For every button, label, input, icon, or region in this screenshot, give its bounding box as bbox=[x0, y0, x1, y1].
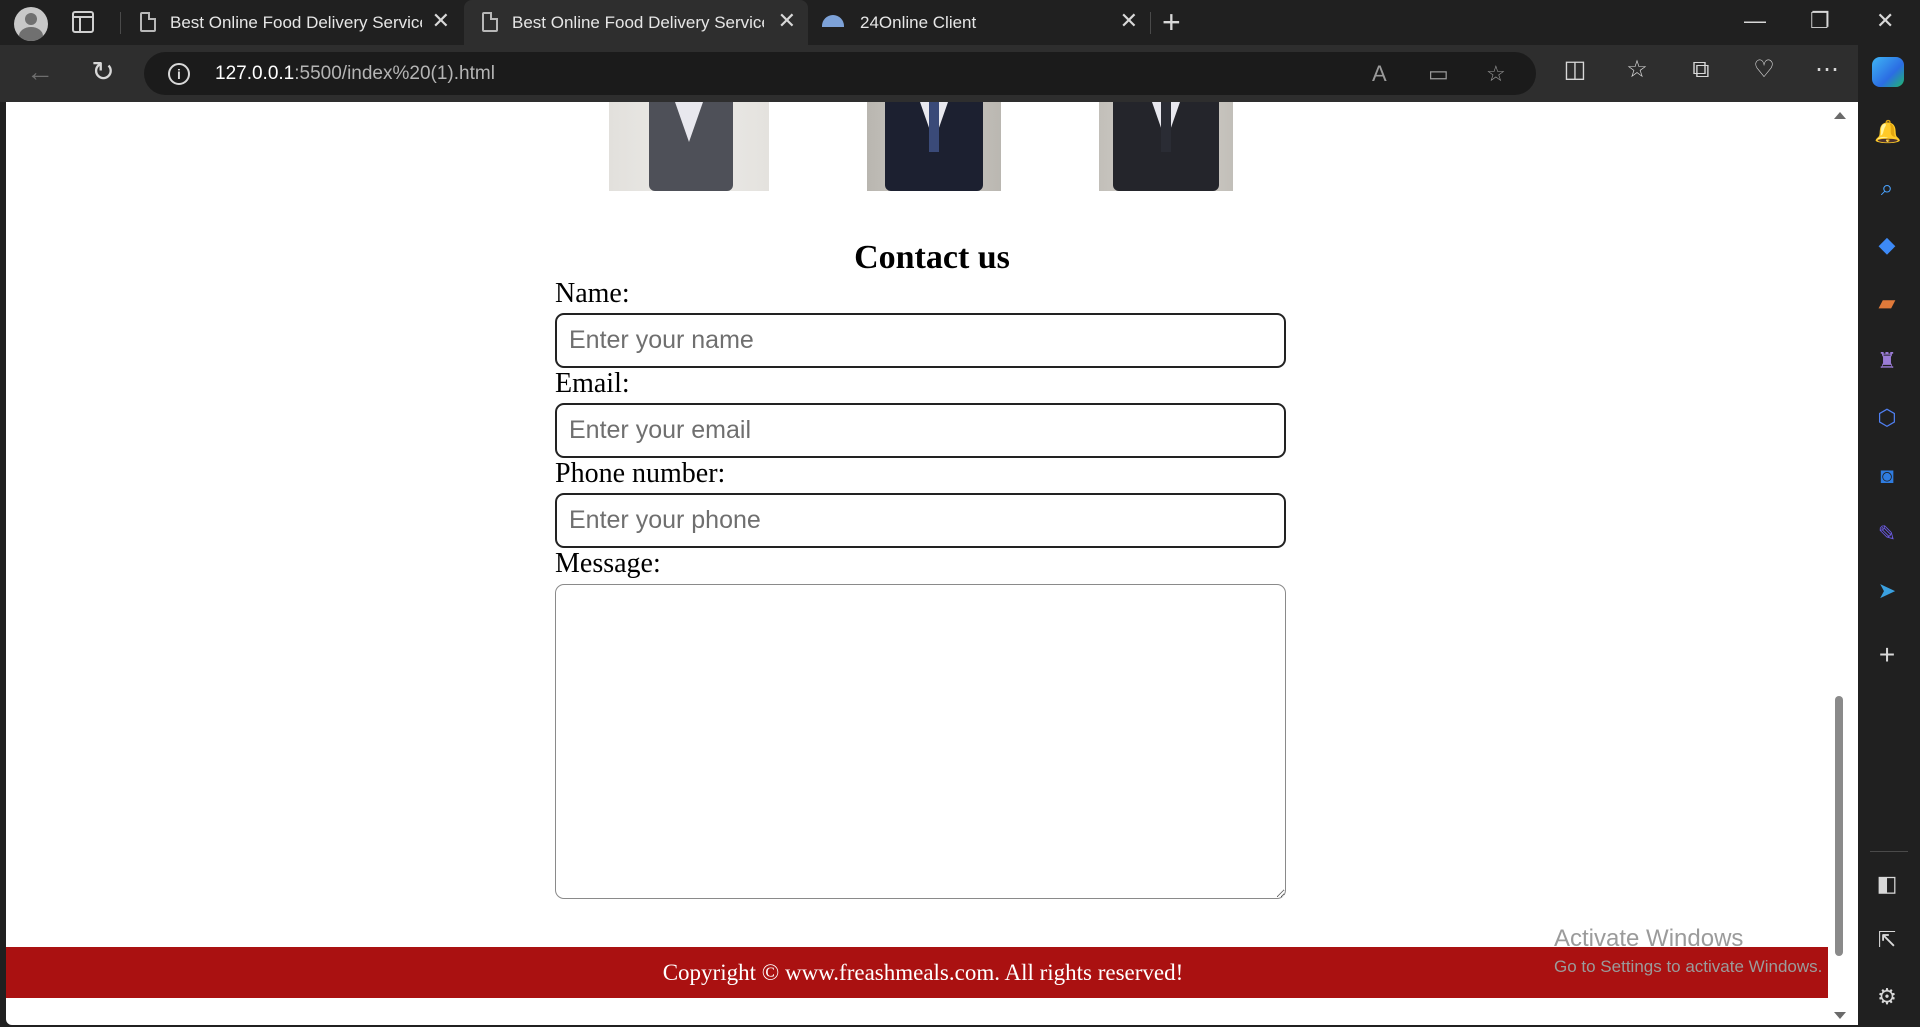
watermark-title: Activate Windows bbox=[1554, 925, 1744, 952]
team-photo-1 bbox=[609, 102, 769, 191]
contact-heading: Contact us bbox=[854, 239, 1010, 276]
shopping-tag-icon[interactable]: ◆ bbox=[1874, 232, 1900, 258]
designer-icon[interactable]: ✎ bbox=[1874, 521, 1900, 547]
tab-actions-icon[interactable] bbox=[72, 11, 94, 33]
tools-briefcase-icon[interactable]: ▰ bbox=[1874, 290, 1900, 316]
name-label: Name: bbox=[555, 278, 630, 309]
games-icon[interactable]: ♜ bbox=[1874, 348, 1900, 374]
tab-title: Best Online Food Delivery Service bbox=[512, 13, 764, 32]
tab-24online-client[interactable]: 24Online Client ✕ bbox=[810, 0, 1150, 45]
page-viewport: Contact us Name: Email: Phone number: Me… bbox=[6, 102, 1858, 1025]
search-icon[interactable]: ⌕ bbox=[1874, 175, 1900, 201]
message-textarea[interactable] bbox=[555, 584, 1286, 899]
phone-label: Phone number: bbox=[555, 458, 726, 489]
tab-title: 24Online Client bbox=[860, 13, 977, 32]
activate-windows-watermark: Activate Windows Go to Settings to activ… bbox=[1554, 925, 1822, 977]
watermark-subtitle: Go to Settings to activate Windows. bbox=[1554, 957, 1823, 976]
phone-input[interactable] bbox=[555, 493, 1286, 548]
browser-toolbar: ← ↻ i 127.0.0.1:5500/index%20(1).html A … bbox=[0, 45, 1920, 102]
page-scrollbar[interactable] bbox=[1828, 102, 1850, 1025]
minimize-icon[interactable]: — bbox=[1744, 8, 1766, 34]
scroll-up-arrow-icon[interactable] bbox=[1834, 112, 1846, 119]
url-path: :5500/index%20(1).html bbox=[294, 63, 495, 84]
favorite-star-icon[interactable]: ☆ bbox=[1486, 61, 1506, 87]
page-icon bbox=[482, 12, 498, 32]
tab-separator bbox=[120, 12, 121, 34]
copilot-icon[interactable] bbox=[1872, 57, 1904, 87]
drop-send-icon[interactable]: ➤ bbox=[1874, 578, 1900, 604]
edge-sidebar: 🔔 ⌕ ◆ ▰ ♜ ⬡ ◙ ✎ ➤ + ◧ ⇱ ⚙ bbox=[1858, 45, 1920, 1027]
name-input[interactable] bbox=[555, 313, 1286, 368]
scroll-down-arrow-icon[interactable] bbox=[1834, 1012, 1846, 1019]
new-tab-plus-icon[interactable]: + bbox=[1162, 6, 1181, 38]
message-label: Message: bbox=[555, 548, 661, 579]
read-aloud-icon[interactable]: A bbox=[1372, 61, 1387, 87]
microsoft365-icon[interactable]: ⬡ bbox=[1874, 405, 1900, 431]
open-external-icon[interactable]: ⇱ bbox=[1874, 927, 1900, 953]
window-close-icon[interactable]: ✕ bbox=[1876, 8, 1894, 34]
url-text[interactable]: 127.0.0.1:5500/index%20(1).html bbox=[215, 63, 495, 85]
profile-avatar[interactable] bbox=[14, 7, 48, 41]
tab-title: Best Online Food Delivery Service bbox=[170, 13, 422, 32]
address-bar[interactable]: i 127.0.0.1:5500/index%20(1).html A ▭ ☆ bbox=[144, 52, 1536, 95]
back-arrow-icon[interactable]: ← bbox=[25, 57, 55, 87]
restore-icon[interactable]: ❐ bbox=[1810, 8, 1830, 34]
necktie bbox=[1161, 102, 1171, 152]
avatar-head bbox=[25, 13, 37, 25]
tab-food-delivery-1[interactable]: Best Online Food Delivery Service ✕ bbox=[122, 0, 462, 45]
more-menu-icon[interactable]: ⋯ bbox=[1812, 56, 1842, 84]
add-sidebar-app-icon[interactable]: + bbox=[1874, 641, 1900, 669]
gauge-icon bbox=[822, 15, 844, 27]
email-input[interactable] bbox=[555, 403, 1286, 458]
tab-food-delivery-2[interactable]: Best Online Food Delivery Service ✕ bbox=[464, 0, 808, 45]
favorites-icon[interactable]: ☆ bbox=[1622, 56, 1652, 84]
url-host: 127.0.0.1 bbox=[215, 63, 295, 84]
necktie bbox=[929, 102, 939, 152]
site-info-icon[interactable]: i bbox=[168, 63, 190, 85]
avatar-shoulders bbox=[19, 27, 43, 41]
browser-essentials-icon[interactable]: ♡ bbox=[1749, 56, 1779, 84]
tab-close-icon[interactable]: ✕ bbox=[432, 10, 450, 32]
notification-bell-icon[interactable]: 🔔 bbox=[1874, 119, 1901, 145]
collections-icon[interactable]: ⧉ bbox=[1686, 56, 1716, 84]
page-icon bbox=[140, 12, 156, 32]
hide-sidebar-icon[interactable]: ◧ bbox=[1874, 871, 1900, 897]
immersive-reader-icon[interactable]: ▭ bbox=[1428, 61, 1449, 87]
email-label: Email: bbox=[555, 368, 630, 399]
tab-close-icon[interactable]: ✕ bbox=[778, 10, 796, 32]
sidebar-divider bbox=[1870, 851, 1908, 852]
split-screen-icon[interactable]: ◫ bbox=[1560, 56, 1590, 84]
tab-close-icon[interactable]: ✕ bbox=[1120, 10, 1138, 32]
team-photo-2 bbox=[867, 102, 1001, 191]
team-photo-3 bbox=[1099, 102, 1233, 191]
refresh-icon[interactable]: ↻ bbox=[88, 57, 118, 87]
tab-separator bbox=[1150, 12, 1151, 34]
sidebar-settings-gear-icon[interactable]: ⚙ bbox=[1874, 984, 1900, 1010]
tab-strip: Best Online Food Delivery Service ✕ Best… bbox=[0, 0, 1920, 45]
outlook-icon[interactable]: ◙ bbox=[1874, 463, 1900, 489]
scroll-thumb[interactable] bbox=[1835, 696, 1843, 956]
